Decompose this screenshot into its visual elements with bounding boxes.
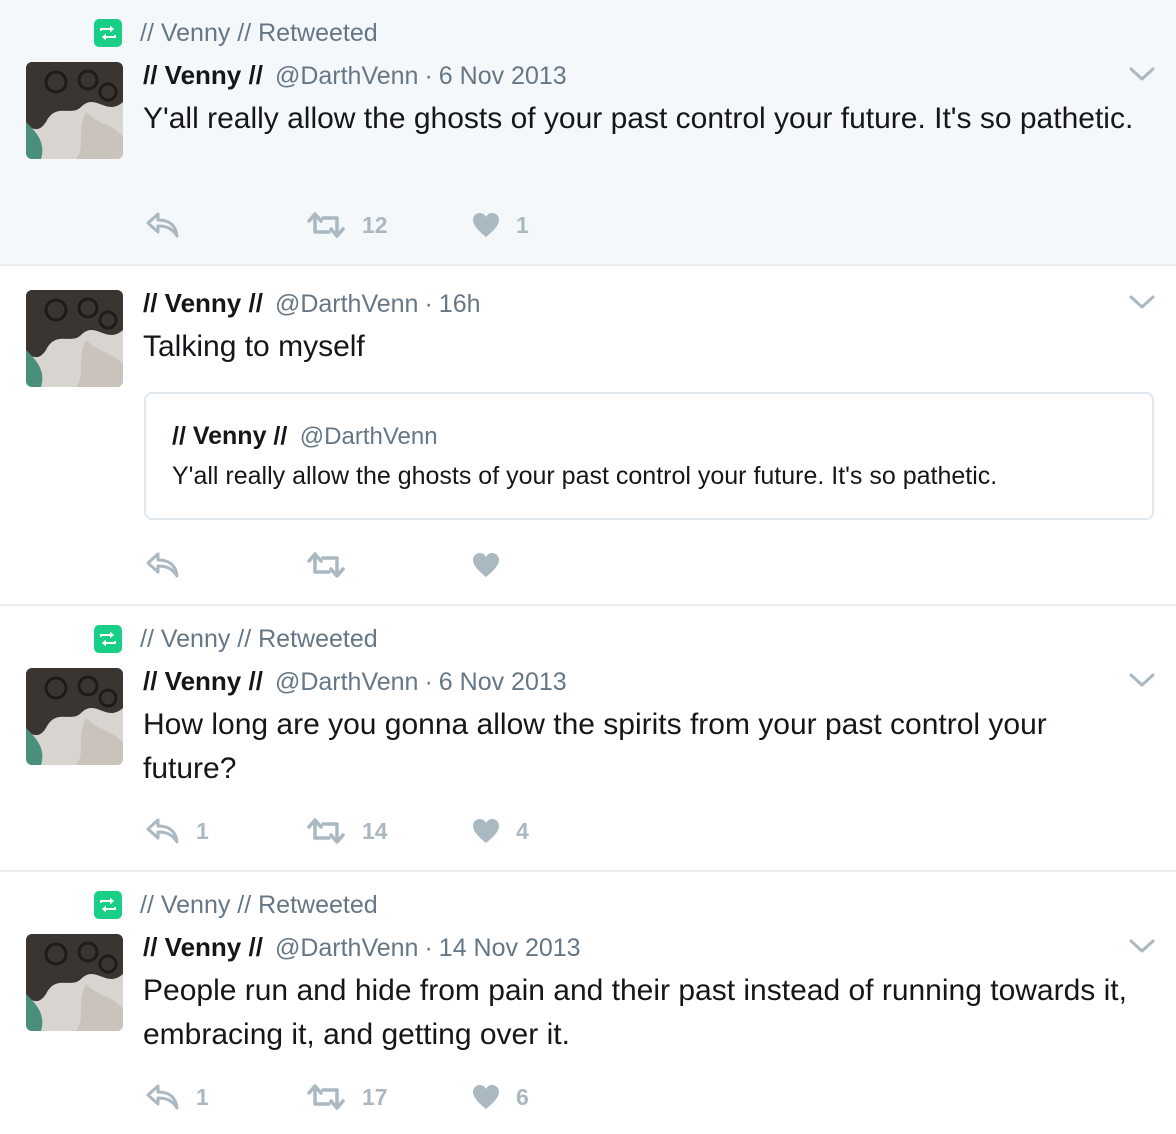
chevron-down-icon[interactable]: [1128, 666, 1156, 694]
display-name[interactable]: // Venny //: [143, 932, 263, 963]
retweet-context-label[interactable]: // Venny // Retweeted: [140, 19, 378, 48]
retweet-button[interactable]: [306, 548, 362, 582]
reply-icon: [146, 212, 180, 238]
tweet-text: Talking to myself: [143, 330, 365, 363]
chevron-down-icon[interactable]: [1128, 60, 1156, 88]
reply-icon: [146, 818, 180, 844]
like-count: 1: [516, 211, 529, 238]
reply-count: 1: [196, 817, 209, 844]
retweet-icon: [306, 552, 346, 578]
retweet-context: // Venny // Retweeted: [94, 18, 378, 48]
tweet-header: // Venny // @DarthVenn · 14 Nov 2013: [143, 932, 581, 966]
handle[interactable]: @DarthVenn: [275, 290, 419, 319]
tweet-header: // Venny // @DarthVenn · 16h: [143, 288, 481, 322]
retweet-icon: [306, 1084, 346, 1110]
retweet-icon: [94, 891, 122, 919]
display-name[interactable]: // Venny //: [143, 60, 263, 91]
retweet-count: 12: [362, 211, 388, 238]
avatar[interactable]: [26, 62, 123, 159]
retweet-button[interactable]: 14: [306, 814, 388, 848]
display-name[interactable]: // Venny //: [143, 288, 263, 319]
handle[interactable]: @DarthVenn: [275, 668, 419, 697]
chevron-down-icon[interactable]: [1128, 288, 1156, 316]
reply-icon: [146, 1084, 180, 1110]
retweet-count: 17: [362, 1083, 388, 1110]
tweet-header: // Venny // @DarthVenn · 6 Nov 2013: [143, 60, 567, 94]
heart-icon: [472, 1084, 500, 1110]
heart-icon: [472, 818, 500, 844]
reply-button[interactable]: 1: [146, 1080, 209, 1114]
retweet-icon: [94, 625, 122, 653]
retweet-context: // Venny // Retweeted: [94, 624, 378, 654]
timestamp[interactable]: 14 Nov 2013: [439, 934, 581, 963]
like-count: 4: [516, 817, 529, 844]
quoted-tweet[interactable]: // Venny // @DarthVenn Y'all really allo…: [144, 392, 1154, 520]
retweet-button[interactable]: 17: [306, 1080, 388, 1114]
heart-icon: [472, 212, 500, 238]
timestamp[interactable]: 6 Nov 2013: [439, 62, 567, 91]
reply-button[interactable]: 1: [146, 814, 209, 848]
heart-icon: [472, 552, 500, 578]
retweet-context-label[interactable]: // Venny // Retweeted: [140, 891, 378, 920]
separator: ·: [424, 668, 433, 696]
reply-button[interactable]: [146, 548, 196, 582]
avatar[interactable]: [26, 290, 123, 387]
like-button[interactable]: 6: [472, 1080, 529, 1114]
tweet[interactable]: // Venny // Retweeted // Venny // @Darth…: [0, 872, 1176, 1134]
retweet-context-label[interactable]: // Venny // Retweeted: [140, 625, 378, 654]
display-name[interactable]: // Venny //: [143, 666, 263, 697]
reply-button[interactable]: [146, 208, 196, 242]
retweet-icon: [306, 212, 346, 238]
tweet[interactable]: // Venny // @DarthVenn · 16h Talking to …: [0, 266, 1176, 606]
tweet[interactable]: // Venny // Retweeted // Venny // @Darth…: [0, 0, 1176, 266]
tweet-text: How long are you gonna allow the spirits…: [143, 708, 1047, 785]
tweet-header: // Venny // @DarthVenn · 6 Nov 2013: [143, 666, 567, 700]
avatar[interactable]: [26, 668, 123, 765]
timestamp[interactable]: 6 Nov 2013: [439, 668, 567, 697]
retweet-icon: [94, 19, 122, 47]
separator: ·: [424, 62, 433, 90]
reply-icon: [146, 552, 180, 578]
quoted-display-name: // Venny //: [172, 422, 288, 450]
like-button[interactable]: 4: [472, 814, 529, 848]
like-button[interactable]: [472, 548, 516, 582]
quoted-tweet-header: // Venny // @DarthVenn: [172, 422, 438, 451]
handle[interactable]: @DarthVenn: [275, 62, 419, 91]
retweet-icon: [306, 818, 346, 844]
timestamp[interactable]: 16h: [439, 290, 481, 319]
tweet-text: Y'all really allow the ghosts of your pa…: [143, 102, 1134, 135]
avatar[interactable]: [26, 934, 123, 1031]
quoted-tweet-text: Y'all really allow the ghosts of your pa…: [172, 462, 998, 490]
tweet[interactable]: // Venny // Retweeted // Venny // @Darth…: [0, 606, 1176, 872]
retweet-context: // Venny // Retweeted: [94, 890, 378, 920]
like-count: 6: [516, 1083, 529, 1110]
quoted-handle: @DarthVenn: [299, 423, 438, 450]
separator: ·: [424, 934, 433, 962]
retweet-button[interactable]: 12: [306, 208, 388, 242]
retweet-count: 14: [362, 817, 388, 844]
tweet-text: People run and hide from pain and their …: [143, 974, 1127, 1051]
handle[interactable]: @DarthVenn: [275, 934, 419, 963]
chevron-down-icon[interactable]: [1128, 932, 1156, 960]
like-button[interactable]: 1: [472, 208, 529, 242]
reply-count: 1: [196, 1083, 209, 1110]
separator: ·: [424, 290, 433, 318]
